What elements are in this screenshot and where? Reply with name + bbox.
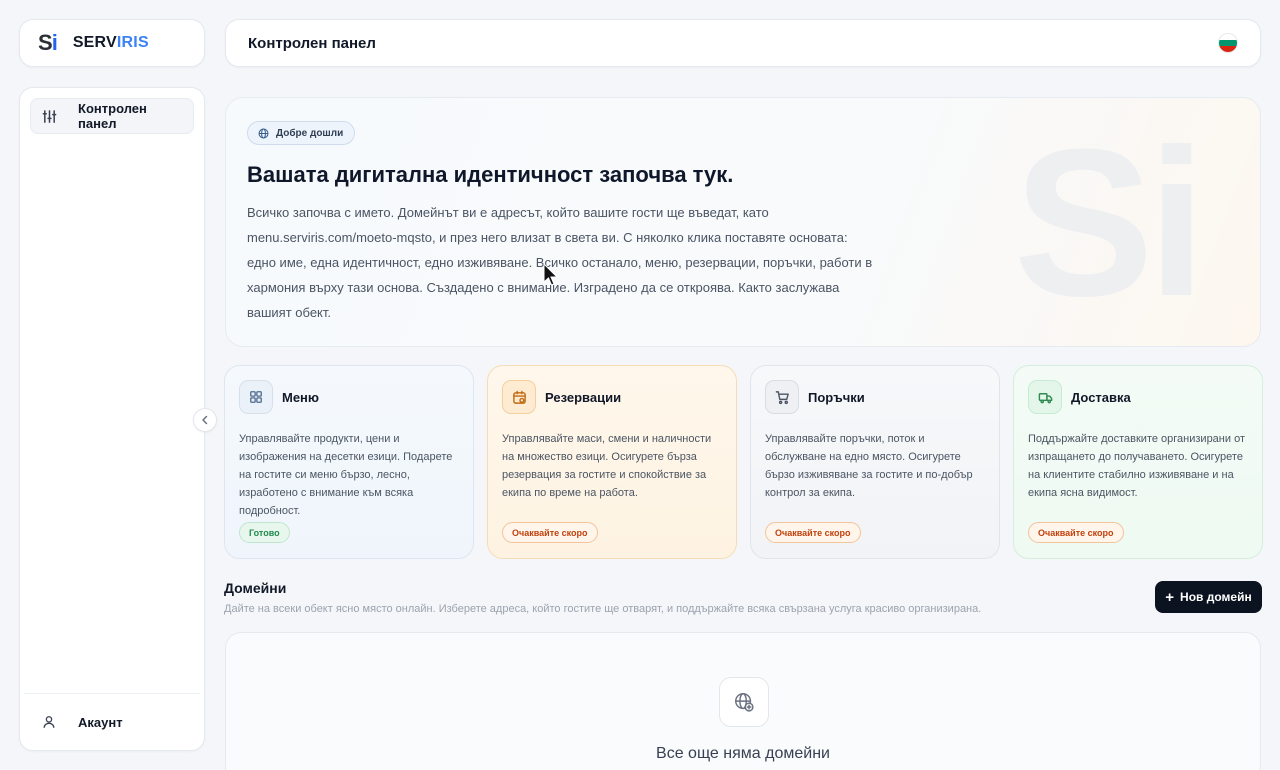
feature-description: Управлявайте поръчки, поток и обслужване… — [765, 433, 973, 499]
logo-text-serv: SERV — [72, 34, 117, 51]
hero-description: Всичко започва с името. Домейнът ви е ад… — [247, 205, 873, 320]
sidebar: Контролен панел Акаунт — [19, 87, 205, 751]
chevron-left-icon — [202, 415, 208, 425]
calendar-icon — [502, 380, 536, 414]
logo-text: SERVIRIS — [73, 34, 149, 52]
user-icon — [40, 713, 58, 731]
domains-empty-panel: Все още няма домейни — [225, 632, 1261, 770]
cart-icon — [765, 380, 799, 414]
logo-mark: Si — [38, 30, 58, 56]
grid-icon — [239, 380, 273, 414]
globe-plus-icon — [719, 677, 769, 727]
logo-mark-s: S — [38, 30, 53, 55]
hero-title: Вашата дигитална идентичност започва тук… — [247, 162, 734, 187]
top-header: Контролен панел — [225, 19, 1261, 67]
globe-icon — [258, 128, 269, 139]
domains-title: Домейни — [224, 580, 287, 596]
sliders-icon — [41, 107, 58, 125]
sidebar-item-label: Акаунт — [78, 714, 123, 730]
flag-stripe-red — [1219, 46, 1237, 52]
feature-title: Меню — [282, 389, 320, 405]
status-badge: Очаквайте скоро — [765, 522, 861, 543]
feature-title: Доставка — [1071, 389, 1131, 405]
new-domain-button[interactable]: + Нов домейн — [1155, 581, 1262, 613]
feature-description: Поддържайте доставките организирани от и… — [1028, 433, 1245, 499]
welcome-badge: Добре дошли — [247, 121, 356, 145]
sidebar-item-dashboard[interactable]: Контролен панел — [30, 98, 194, 134]
feature-card-menu[interactable]: Меню Управлявайте продукти, цени и изобр… — [224, 365, 474, 559]
sidebar-collapse-button[interactable] — [193, 408, 217, 432]
plus-icon: + — [1165, 588, 1175, 606]
sidebar-bottom: Акаунт — [24, 693, 200, 740]
truck-icon — [1028, 380, 1062, 414]
logo-text-iris: IRIS — [116, 34, 149, 51]
page-title: Контролен панел — [248, 34, 376, 52]
brand-logo[interactable]: Si SERVIRIS — [19, 19, 205, 67]
feature-title: Резервации — [545, 389, 622, 405]
language-flag-button[interactable] — [1218, 33, 1238, 53]
sidebar-item-account[interactable]: Акаунт — [24, 704, 200, 740]
feature-card-reservations[interactable]: Резервации Управлявайте маси, смени и на… — [487, 365, 737, 559]
status-badge: Готово — [239, 522, 290, 543]
hero-watermark-logo: Si — [1013, 105, 1206, 340]
status-badge: Очаквайте скоро — [502, 522, 598, 543]
mouse-cursor-icon — [543, 263, 559, 286]
domains-empty-title: Все още няма домейни — [656, 745, 830, 762]
sidebar-item-label: Контролен панел — [78, 101, 147, 131]
welcome-badge-label: Добре дошли — [276, 127, 344, 139]
logo-mark-i: i — [51, 30, 58, 55]
feature-card-delivery[interactable]: Доставка Поддържайте доставките организи… — [1013, 365, 1263, 559]
feature-description: Управлявайте продукти, цени и изображени… — [239, 433, 453, 517]
domains-subtitle: Дайте на всеки обект ясно място онлайн. … — [224, 603, 982, 615]
feature-title: Поръчки — [808, 389, 865, 405]
status-badge: Очаквайте скоро — [1028, 522, 1124, 543]
new-domain-button-label: Нов домейн — [1180, 590, 1252, 604]
welcome-hero: Si Добре дошли Вашата дигитална идентичн… — [225, 97, 1261, 347]
feature-card-orders[interactable]: Поръчки Управлявайте поръчки, поток и об… — [750, 365, 1000, 559]
feature-description: Управлявайте маси, смени и наличности на… — [502, 433, 712, 499]
